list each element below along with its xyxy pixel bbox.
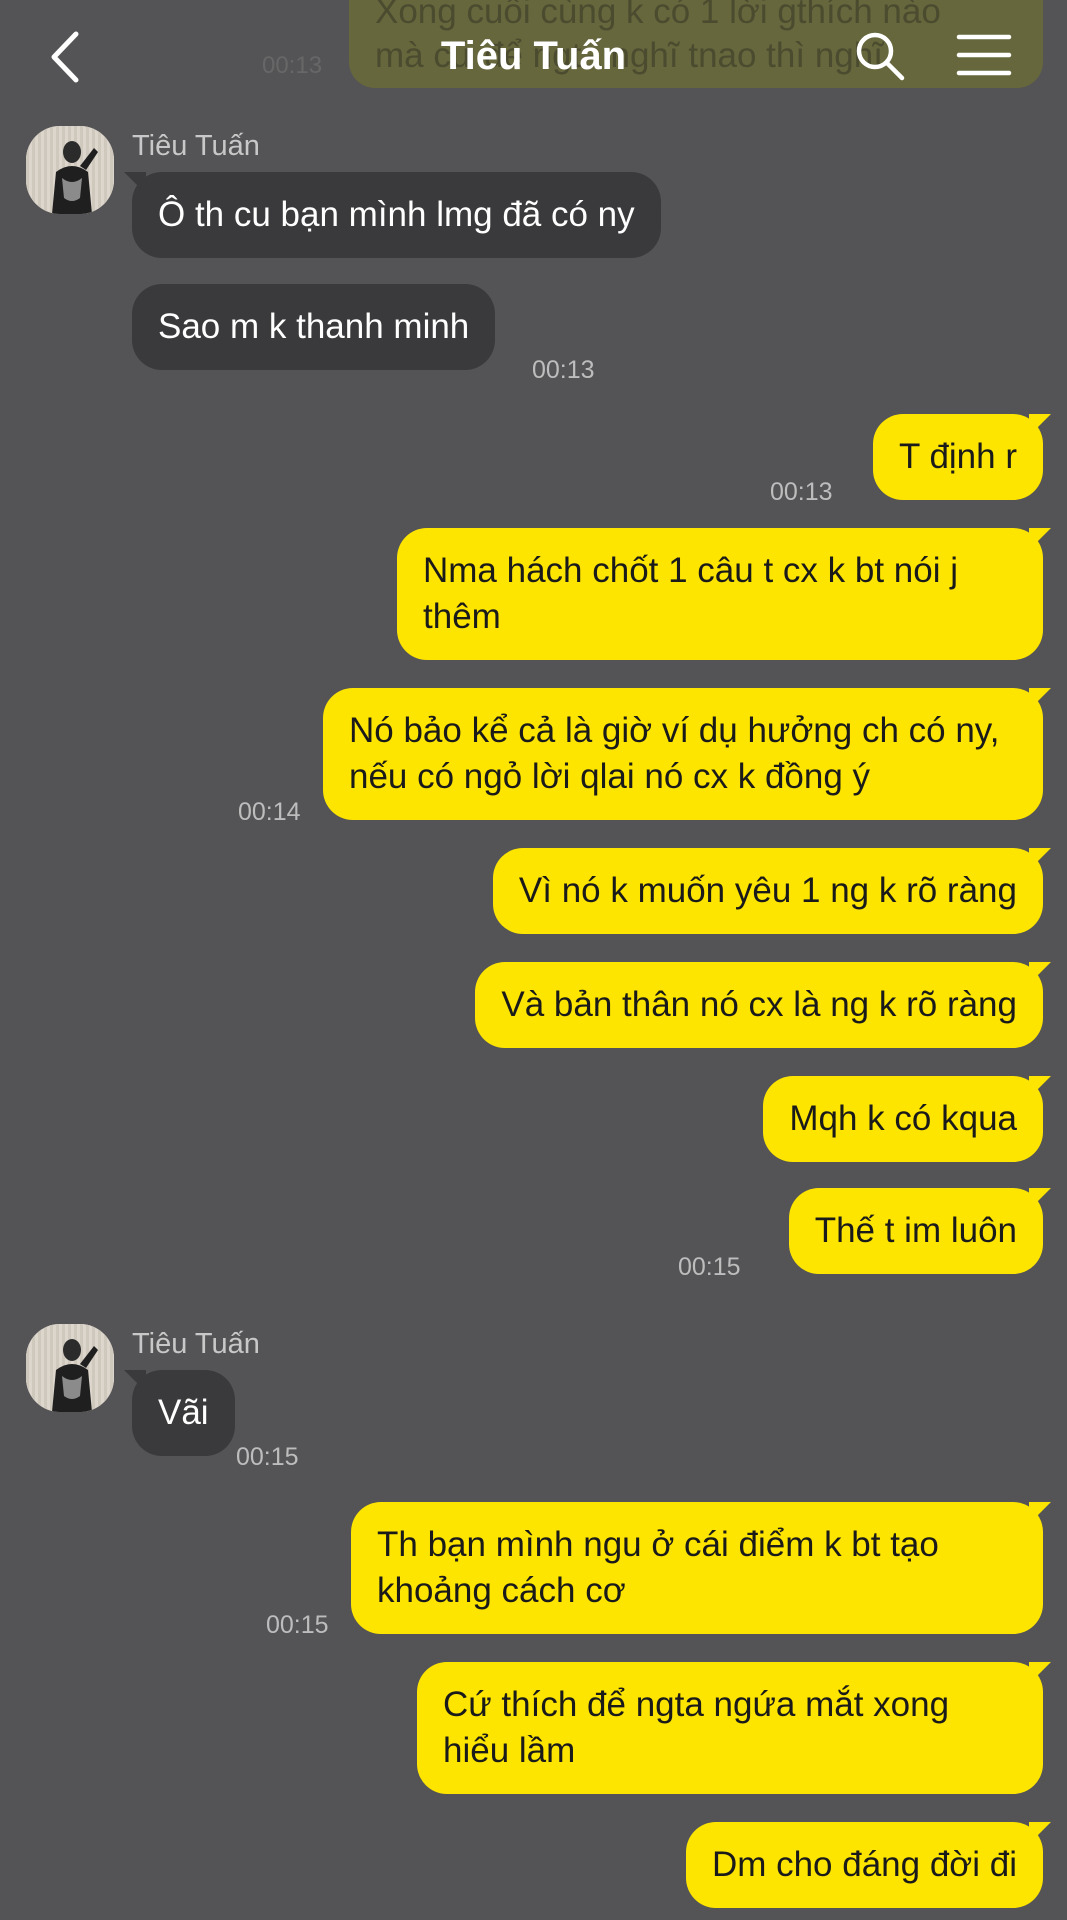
message-bubble-incoming[interactable]: Sao m k thanh minh	[132, 284, 496, 370]
message-bubble-outgoing[interactable]: Thế t im luôn	[788, 1188, 1043, 1274]
message-text: Th bạn mình ngu ở cái điểm k bt tạo khoả…	[377, 1525, 939, 1610]
message-bubble-outgoing[interactable]: Th bạn mình ngu ở cái điểm k bt tạo khoả…	[351, 1502, 1043, 1634]
message-bubble-outgoing[interactable]: Nó bảo kể cả là giờ ví dụ hưởng ch có ny…	[323, 688, 1043, 820]
search-button[interactable]	[854, 30, 906, 82]
message-text: Vì nó k muốn yêu 1 ng k rõ ràng	[518, 871, 1017, 910]
message-text: Thế t im luôn	[814, 1211, 1017, 1250]
message-text: Ô th cu bạn mình lmg đã có ny	[158, 195, 635, 234]
message-text: Và bản thân nó cx là ng k rõ ràng	[501, 985, 1017, 1024]
message-text: Nó bảo kể cả là giờ ví dụ hưởng ch có ny…	[349, 711, 1000, 796]
menu-icon	[956, 34, 1012, 76]
message-text: Vãi	[158, 1393, 209, 1432]
message-bubble-incoming[interactable]: Vãi	[132, 1370, 235, 1456]
menu-button[interactable]	[956, 32, 1012, 78]
message-text: Mqh k có kqua	[789, 1099, 1017, 1138]
sender-name: Tiêu Tuấn	[132, 130, 260, 162]
message-time: 00:13	[770, 478, 833, 506]
message-text: Sao m k thanh minh	[158, 307, 470, 346]
message-bubble-outgoing[interactable]: Dm cho đáng đời đi	[685, 1822, 1043, 1908]
sender-name: Tiêu Tuấn	[132, 1328, 260, 1360]
avatar-photo	[26, 126, 114, 214]
chat-screen: Xong cuối cùng k có 1 lời gthích nào mà …	[0, 0, 1067, 1920]
message-time: 00:15	[236, 1443, 299, 1471]
chat-title: Tiêu Tuấn	[440, 34, 627, 78]
message-time: 00:15	[678, 1253, 741, 1281]
message-time: 00:13	[532, 356, 595, 384]
message-text: Dm cho đáng đời đi	[711, 1845, 1017, 1884]
chat-header: Tiêu Tuấn	[0, 0, 1067, 112]
message-bubble-outgoing[interactable]: Và bản thân nó cx là ng k rõ ràng	[475, 962, 1043, 1048]
avatar-photo	[26, 1324, 114, 1412]
message-text: T định r	[898, 437, 1017, 476]
message-bubble-incoming[interactable]: Ô th cu bạn mình lmg đã có ny	[132, 172, 661, 258]
message-text: Cứ thích để ngta ngứa mắt xong hiểu lầm	[443, 1685, 950, 1770]
contact-avatar[interactable]	[26, 126, 114, 214]
message-text: Nma hách chốt 1 câu t cx k bt nói j thêm	[423, 551, 958, 636]
contact-avatar[interactable]	[26, 1324, 114, 1412]
message-time: 00:15	[266, 1611, 329, 1639]
message-bubble-outgoing[interactable]: Nma hách chốt 1 câu t cx k bt nói j thêm	[397, 528, 1043, 660]
message-bubble-outgoing[interactable]: T định r	[872, 414, 1043, 500]
message-bubble-outgoing[interactable]: Cứ thích để ngta ngứa mắt xong hiểu lầm	[417, 1662, 1043, 1794]
message-time: 00:14	[238, 798, 301, 826]
message-bubble-outgoing[interactable]: Mqh k có kqua	[763, 1076, 1043, 1162]
search-icon	[856, 32, 905, 81]
message-bubble-outgoing[interactable]: Vì nó k muốn yêu 1 ng k rõ ràng	[492, 848, 1043, 934]
